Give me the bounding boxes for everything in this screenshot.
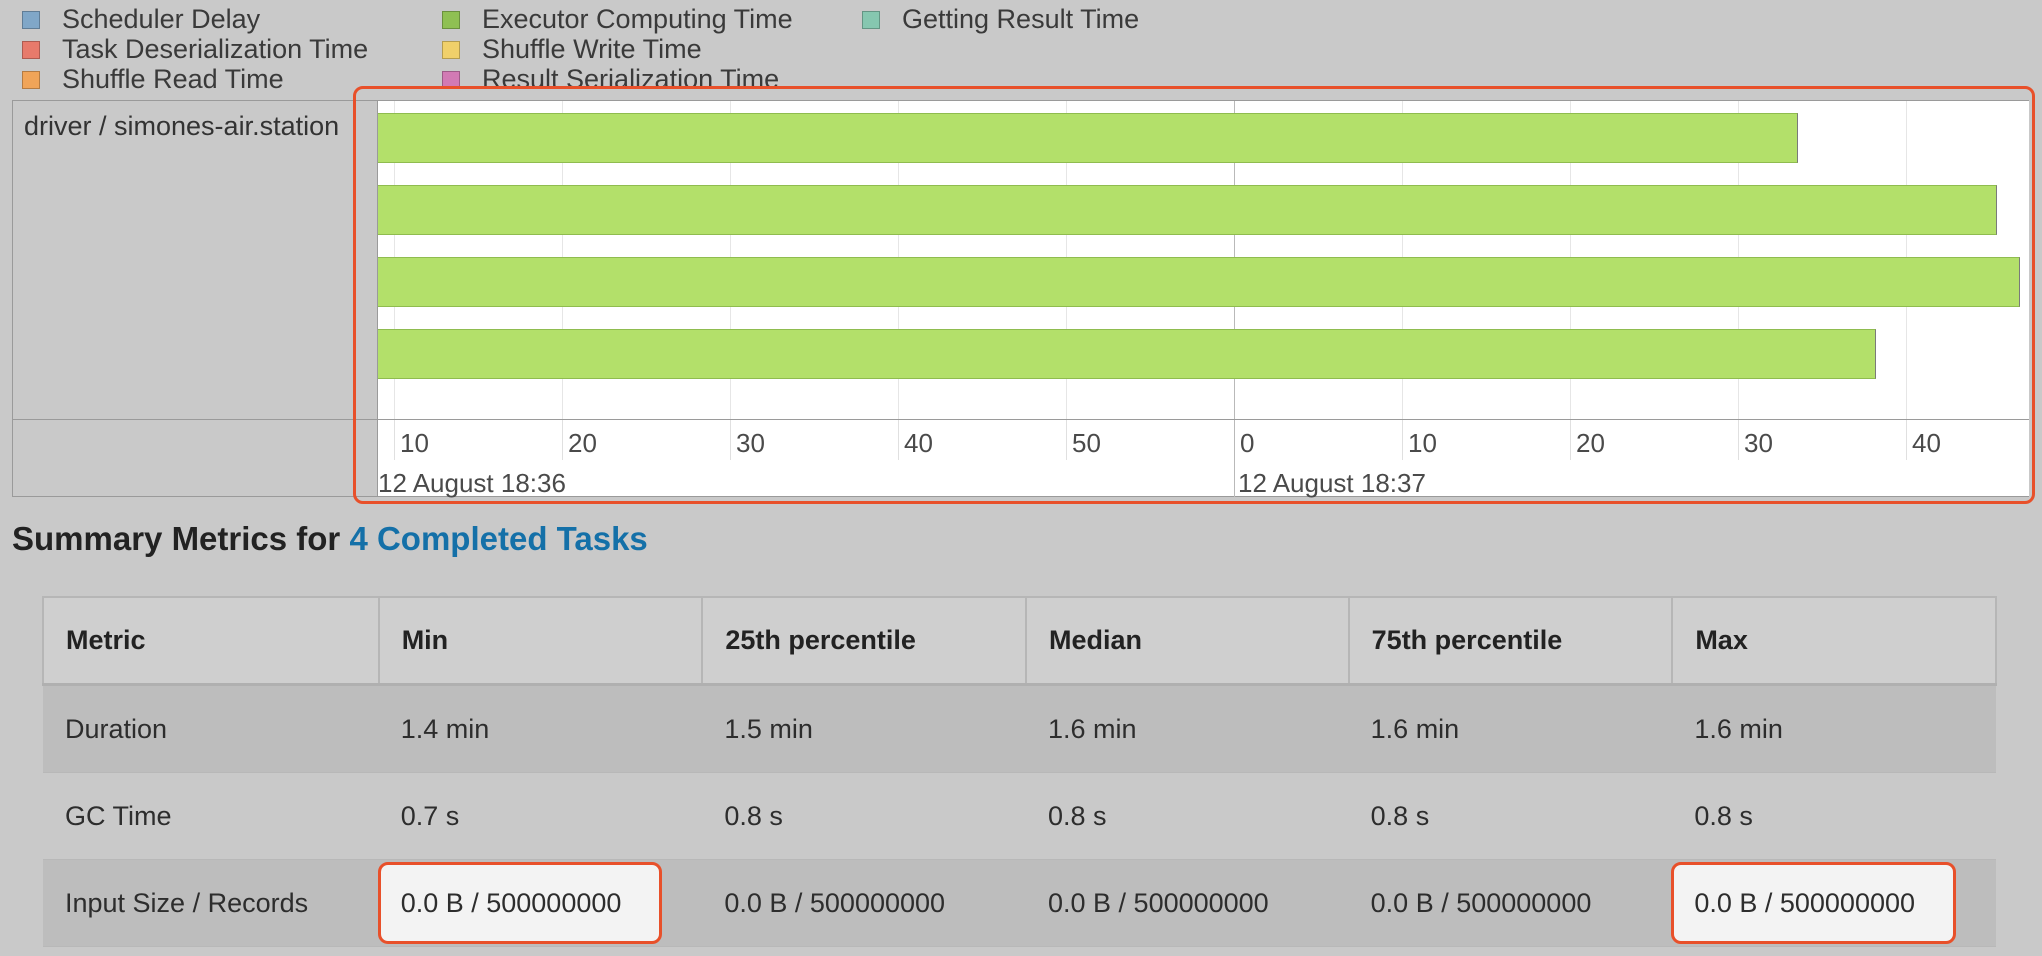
metric-name: Duration <box>43 684 379 773</box>
axis-date-label: 12 August 18:36 <box>378 468 566 498</box>
axis-tick-label: 40 <box>1912 428 1941 458</box>
metric-max-highlighted: 0.0 B / 500000000 <box>1671 859 1996 947</box>
legend-swatch <box>22 41 40 59</box>
metric-min: 0.0 B / 500000000 <box>400 887 622 918</box>
metric-name: Input Size / Records <box>43 859 379 947</box>
metric-name: GC Time <box>43 772 379 860</box>
axis-tick <box>394 420 395 460</box>
executor-group-label: driver / simones-air.station <box>24 111 340 141</box>
summary-heading-text: Summary Metrics for <box>12 520 350 557</box>
metric-25th-percentile: 1.5 min <box>702 684 1026 773</box>
legend-label: Result Serialization Time <box>482 64 780 94</box>
axis-tick <box>1570 420 1571 460</box>
column-header-min[interactable]: Min <box>377 596 704 686</box>
timeline-group-cell: driver / simones-air.station <box>12 100 378 420</box>
column-header-max[interactable]: Max <box>1671 596 1997 686</box>
legend-label: Scheduler Delay <box>62 4 261 34</box>
task-bar[interactable] <box>378 113 1798 163</box>
metric-max: 0.8 s <box>1672 772 1996 860</box>
axis-tick-label: 0 <box>1240 428 1255 458</box>
table-header-row: Metric Min 25th percentile Median 75th p… <box>42 596 1997 686</box>
task-bar[interactable] <box>378 257 2020 307</box>
column-header-75th-percentile[interactable]: 75th percentile <box>1347 596 1674 686</box>
legend-label: Shuffle Read Time <box>62 64 284 94</box>
task-bar[interactable] <box>378 329 1876 379</box>
task-timeline: driver / simones-air.station 10 20 30 40 50 0… <box>12 100 2029 498</box>
axis-tick-label: 40 <box>904 428 933 458</box>
axis-tick-label: 20 <box>1576 428 1605 458</box>
axis-tick-label: 50 <box>1072 428 1101 458</box>
legend-label: Shuffle Write Time <box>482 34 702 64</box>
column-header-metric[interactable]: Metric <box>42 596 380 686</box>
metric-median: 1.6 min <box>1026 684 1349 773</box>
legend-swatch <box>442 41 460 59</box>
axis-tick <box>1738 420 1739 460</box>
metric-median: 0.8 s <box>1026 772 1349 860</box>
metric-max: 0.0 B / 500000000 <box>1694 887 1916 918</box>
legend-swatch <box>442 71 460 89</box>
metric-75th-percentile: 1.6 min <box>1348 684 1673 773</box>
metric-min-highlighted: 0.0 B / 500000000 <box>377 859 703 947</box>
timeline-axis: 10 20 30 40 50 0 10 20 30 40 12 August 18:36 12 Aug… <box>378 420 2029 498</box>
table-row-duration: Duration 1.4 min 1.5 min 1.6 min 1.6 min… <box>43 684 1996 773</box>
table-row-gc-time: GC Time 0.7 s 0.8 s 0.8 s 0.8 s 0.8 s <box>43 772 1996 860</box>
metric-25th-percentile: 0.8 s <box>702 772 1026 860</box>
axis-tick-label: 10 <box>400 428 429 458</box>
axis-tick-label: 30 <box>736 428 765 458</box>
legend-label: Executor Computing Time <box>482 4 793 34</box>
axis-tick <box>1906 420 1907 460</box>
table-row-input-size-records: Input Size / Records 0.0 B / 500000000 0… <box>43 859 1996 947</box>
axis-label-cell <box>12 420 378 497</box>
task-bar[interactable] <box>378 185 1997 235</box>
axis-tick <box>1234 420 1235 497</box>
axis-tick-label: 20 <box>568 428 597 458</box>
axis-tick <box>730 420 731 460</box>
axis-tick-label: 30 <box>1744 428 1773 458</box>
metric-min: 1.4 min <box>378 684 703 773</box>
metric-25th-percentile: 0.0 B / 500000000 <box>702 859 1026 947</box>
axis-tick-label: 10 <box>1408 428 1437 458</box>
metric-75th-percentile: 0.0 B / 500000000 <box>1348 859 1673 947</box>
timeline-legend: Scheduler Delay Task Deserialization Tim… <box>0 0 1300 96</box>
metric-max: 1.6 min <box>1672 684 1996 773</box>
metric-min: 0.7 s <box>378 772 703 860</box>
summary-metrics-table: Metric Min 25th percentile Median 75th p… <box>42 596 1997 947</box>
legend-swatch <box>22 71 40 89</box>
legend-swatch <box>442 11 460 29</box>
legend-swatch <box>22 11 40 29</box>
completed-tasks-link[interactable]: 4 Completed Tasks <box>349 520 647 557</box>
axis-tick <box>562 420 563 460</box>
metric-75th-percentile: 0.8 s <box>1348 772 1673 860</box>
timeline-plot[interactable] <box>378 100 2029 420</box>
axis-date-label: 12 August 18:37 <box>1238 468 1426 498</box>
axis-tick <box>898 420 899 460</box>
axis-tick <box>1066 420 1067 460</box>
column-header-median[interactable]: Median <box>1025 596 1350 686</box>
column-header-25th-percentile[interactable]: 25th percentile <box>701 596 1027 686</box>
legend-label: Task Deserialization Time <box>62 34 369 64</box>
summary-heading: Summary Metrics for 4 Completed Tasks <box>12 520 648 558</box>
legend-label: Getting Result Time <box>902 4 1140 34</box>
legend-swatch <box>862 11 880 29</box>
metric-median: 0.0 B / 500000000 <box>1026 859 1349 947</box>
axis-tick <box>1402 420 1403 460</box>
